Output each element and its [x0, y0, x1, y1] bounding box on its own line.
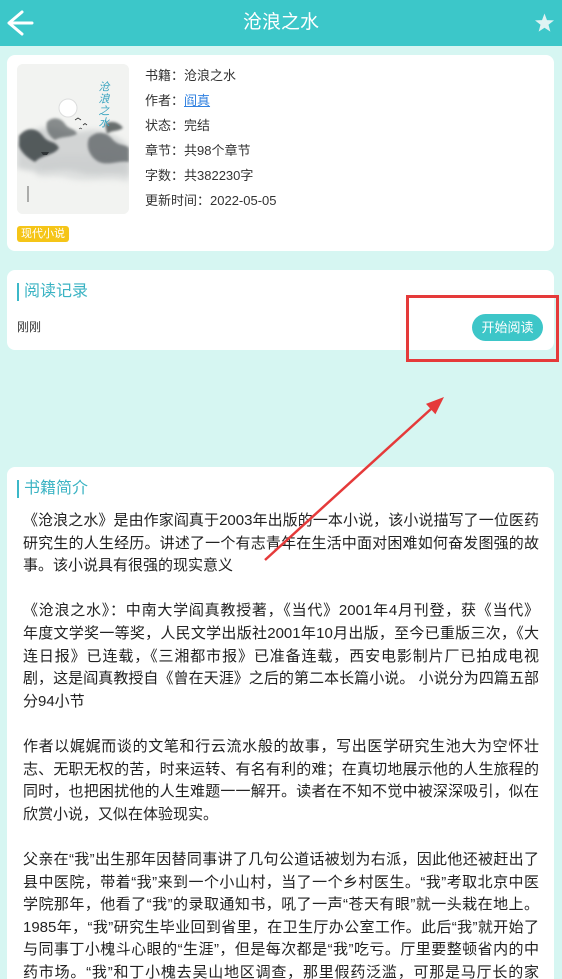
favorite-button[interactable] [534, 13, 555, 34]
intro-line: 年度文学奖一等奖，人民文学出版社2001年10月出版，至今已重版三次，《大 [23, 624, 539, 642]
intro-paragraph: 《沧浪之水》：中南大学阎真教授著，《当代》2001年4月刊登，获《当代》 年度文… [23, 600, 539, 713]
category-tag: 现代小说 [17, 226, 69, 242]
last-read-time: 刚刚 [17, 320, 42, 334]
intro-line: 学院那年，他看了“我”的录取通知书，吼了一声“苍天有眼”就一头栽在地上。 [23, 896, 539, 914]
intro-line: 同时，也把困扰他的人生难题一一解开。读者在不知不觉中被深深吸引，似在 [23, 783, 539, 801]
intro-line: 作者以娓娓而谈的文笔和行云流水般的故事，写出医学研究生池大为空怀壮 [23, 737, 539, 755]
intro-line: 《沧浪之水》是由作家阎真于2003年出版的一本小说，该小说描写了一位医药 [23, 512, 539, 529]
intro-paragraph: 父亲在“我”出生那年因替同事讲了几句公道话被划为右派，因此他还被赶出了 县中医院… [23, 849, 539, 979]
meta-label: 章节： [145, 143, 185, 158]
meta-label: 状态： [145, 118, 185, 133]
app-header: 沧浪之水 [0, 0, 562, 46]
annotation-highlight-box [406, 295, 559, 362]
book-intro-text: 《沧浪之水》是由作家阎真于2003年出版的一本小说，该小说描写了一位医药 研究生… [23, 510, 539, 979]
book-info-card: 沧浪之水 现代小说 书籍：沧浪之水 作者：阎真 状态：完结 章节：共98个章节 … [7, 55, 554, 251]
status-value: 完结 [184, 118, 211, 133]
book-cover: 沧浪之水 [17, 64, 129, 214]
meta-row-status: 状态：完结 [145, 113, 277, 138]
intro-line: 分94小节 [23, 692, 85, 710]
updated-date-value: 2022-05-05 [210, 193, 277, 208]
book-meta: 书籍：沧浪之水 作者：阎真 状态：完结 章节：共98个章节 字数：共382230… [145, 63, 277, 213]
meta-label: 更新时间： [145, 193, 211, 208]
intro-line: 《沧浪之水》：中南大学阎真教授著，《当代》2001年4月刊登，获《当代》 [23, 602, 539, 620]
meta-row-book: 书籍：沧浪之水 [145, 63, 277, 88]
cover-title: 沧浪之水 [97, 81, 109, 129]
book-intro-title: 书籍简介 [17, 480, 88, 498]
arrow-left-icon [7, 10, 34, 36]
intro-line: 药市场。“我”和丁小槐去吴山地区调查，那里假药泛滥，可那是马厅长的家 [23, 963, 539, 979]
meta-label: 字数： [145, 168, 185, 183]
book-title-value: 沧浪之水 [184, 68, 237, 83]
meta-label: 书籍： [145, 68, 185, 83]
intro-line: 志、无职无权的苦，时来运转、有名有利的难；在真切地展示他的人生旅程的 [23, 760, 539, 778]
word-count-value: 共382230字 [184, 168, 254, 183]
star-icon [534, 13, 555, 32]
meta-row-author: 作者：阎真 [145, 88, 277, 113]
back-button[interactable] [4, 3, 44, 43]
meta-row-chapters: 章节：共98个章节 [145, 138, 277, 163]
intro-line: 父亲在“我”出生那年因替同事讲了几句公道话被划为右派，因此他还被赶出了 [23, 850, 539, 868]
intro-line: 事。该小说具有很强的现实意义 [23, 557, 234, 575]
intro-line: 研究生的人生经历。讲述了一个有志青年在生活中面对困难如何奋发图强的故 [23, 534, 539, 552]
meta-label: 作者： [145, 93, 185, 108]
reading-record-title: 阅读记录 [17, 283, 88, 301]
chapters-value: 共98个章节 [184, 143, 251, 158]
meta-row-word-count: 字数：共382230字 [145, 163, 277, 188]
intro-line: 欣赏小说，又似在体验现实。 [23, 805, 219, 823]
page-title: 沧浪之水 [242, 12, 319, 33]
intro-line: 县中医院，带着“我”来到一个小山村，当了一个乡村医生。“我”考取北京中医 [23, 873, 539, 891]
author-link[interactable]: 阎真 [184, 93, 210, 108]
meta-row-updated: 更新时间：2022-05-05 [145, 188, 277, 213]
intro-line: 与同事丁小槐斗心眼的“生涯”，但是每次都是“我”吃亏。厅里要整顿省内的中 [23, 941, 539, 959]
cover-artwork [17, 64, 129, 214]
intro-paragraph: 《沧浪之水》是由作家阎真于2003年出版的一本小说，该小说描写了一位医药 研究生… [23, 510, 539, 578]
intro-line: 剧，这是阎真教授自《曾在天涯》之后的第二本长篇小说。 小说分为四篇五部 [23, 670, 539, 688]
intro-line: 连日报》已连载，《三湘都市报》已准备连载，西安电影制片厂已拍成电视 [23, 647, 539, 665]
intro-line: 1985年，“我”研究生毕业回到省里，在卫生厅办公室工作。此后“我”就开始了 [23, 918, 539, 936]
book-intro-card: 书籍简介 《沧浪之水》是由作家阎真于2003年出版的一本小说，该小说描写了一位医… [7, 467, 554, 979]
intro-paragraph: 作者以娓娓而谈的文笔和行云流水般的故事，写出医学研究生池大为空怀壮 志、无职无权… [23, 736, 539, 826]
